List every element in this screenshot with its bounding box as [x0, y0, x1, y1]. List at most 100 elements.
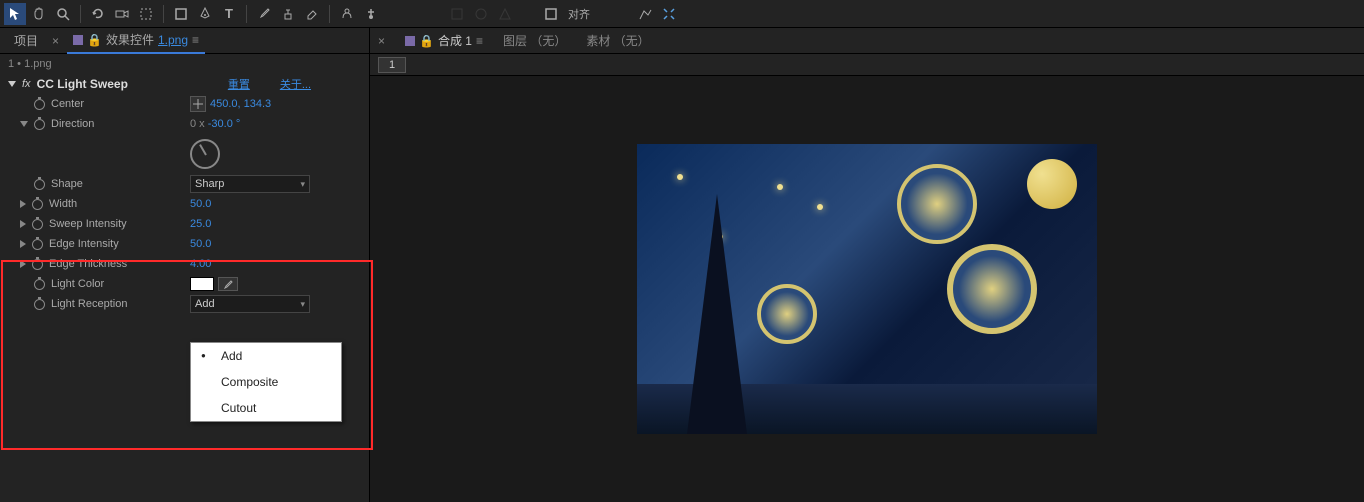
color-swatch[interactable]: [190, 277, 214, 291]
shape-select[interactable]: Sharp ▾: [190, 175, 310, 193]
prop-shape: Shape Sharp ▾: [0, 174, 369, 194]
edge-int-label: Edge Intensity: [49, 238, 119, 250]
light-reception-select[interactable]: Add ▾: [190, 295, 310, 313]
sweep-toggle[interactable]: [20, 220, 26, 228]
pen-tool[interactable]: [194, 3, 216, 25]
prop-light-color: Light Color: [0, 274, 369, 294]
camera-tool[interactable]: [111, 3, 133, 25]
dropdown-item-add[interactable]: Add: [191, 343, 341, 369]
effect-controls-panel: 项目 × 🔒 效果控件 1.png ≡ 1 • 1.png fx CC Ligh…: [0, 28, 370, 502]
eyedropper-button[interactable]: [218, 277, 238, 291]
edge-int-value[interactable]: 50.0: [190, 238, 211, 250]
composition-viewer-panel: × 🔒 合成 1 ≡ 图层 （无） 素材 （无） 1: [370, 28, 1364, 502]
stopwatch-edge-thick[interactable]: [32, 259, 43, 270]
lock-icon: 🔒: [87, 33, 102, 47]
effect-name[interactable]: CC Light Sweep: [37, 77, 128, 91]
breadcrumb: 1 • 1.png: [0, 54, 369, 74]
roto-tool[interactable]: [336, 3, 358, 25]
prop-width: Width 50.0: [0, 194, 369, 214]
about-link[interactable]: 关于...: [280, 76, 311, 92]
main-toolbar: T 对齐: [0, 0, 1364, 28]
puppet-tool[interactable]: [360, 3, 382, 25]
prop-edge-thickness: Edge Thickness 4.00: [0, 254, 369, 274]
direction-value[interactable]: 0 x -30.0 °: [190, 118, 240, 130]
left-tabs: 项目 × 🔒 效果控件 1.png ≡: [0, 28, 369, 54]
prop-center: Center 450.0, 134.3: [0, 94, 369, 114]
crosshair-button[interactable]: [190, 96, 206, 112]
prop-direction: Direction 0 x -30.0 °: [0, 114, 369, 134]
rotate-tool[interactable]: [87, 3, 109, 25]
tab-effect-controls-label: 效果控件: [106, 31, 154, 48]
disabled-tool-3: [494, 3, 516, 25]
tab-effect-controls[interactable]: 🔒 效果控件 1.png ≡: [67, 27, 205, 54]
prop-light-reception: Light Reception Add ▾: [0, 294, 369, 314]
tab-layer[interactable]: 图层 （无）: [503, 32, 566, 49]
composition-viewer[interactable]: [370, 76, 1364, 502]
width-toggle[interactable]: [20, 200, 26, 208]
right-tabs: × 🔒 合成 1 ≡ 图层 （无） 素材 （无）: [370, 28, 1364, 54]
stopwatch-center[interactable]: [34, 99, 45, 110]
expand-tool[interactable]: [658, 3, 680, 25]
disabled-tool-2: [470, 3, 492, 25]
separator: [329, 5, 330, 23]
composition-icon: [73, 35, 83, 45]
disabled-tool-1: [446, 3, 468, 25]
brush-tool[interactable]: [253, 3, 275, 25]
fx-icon[interactable]: fx: [22, 78, 31, 90]
light-color-label: Light Color: [51, 278, 104, 290]
width-value[interactable]: 50.0: [190, 198, 211, 210]
direction-label: Direction: [51, 118, 94, 130]
stopwatch-edge-int[interactable]: [32, 239, 43, 250]
direction-dial[interactable]: [190, 139, 220, 169]
hand-tool[interactable]: [28, 3, 50, 25]
stopwatch-color[interactable]: [34, 279, 45, 290]
edge-int-toggle[interactable]: [20, 240, 26, 248]
prop-sweep-intensity: Sweep Intensity 25.0: [0, 214, 369, 234]
eraser-tool[interactable]: [301, 3, 323, 25]
lock-icon: 🔒: [419, 34, 434, 48]
center-value[interactable]: 450.0, 134.3: [210, 98, 271, 110]
direction-toggle[interactable]: [20, 121, 28, 127]
snap-toggle[interactable]: [540, 3, 562, 25]
path-tool[interactable]: [634, 3, 656, 25]
tab-file-name: 1.png: [158, 33, 188, 47]
edge-thick-label: Edge Thickness: [49, 258, 127, 270]
clone-tool[interactable]: [277, 3, 299, 25]
tab-close-icon[interactable]: ×: [378, 34, 385, 48]
stopwatch-width[interactable]: [32, 199, 43, 210]
direction-dial-row: [0, 134, 369, 174]
separator: [163, 5, 164, 23]
separator: [246, 5, 247, 23]
selection-tool[interactable]: [4, 3, 26, 25]
light-reception-dropdown: Add Composite Cutout: [190, 342, 342, 422]
stopwatch-shape[interactable]: [34, 179, 45, 190]
dropdown-item-cutout[interactable]: Cutout: [191, 395, 341, 421]
reset-link[interactable]: 重置: [228, 76, 250, 92]
stopwatch-direction[interactable]: [34, 119, 45, 130]
sweep-label: Sweep Intensity: [49, 218, 127, 230]
effect-toggle[interactable]: [8, 81, 16, 87]
frame-button[interactable]: 1: [378, 57, 406, 73]
center-label: Center: [51, 98, 84, 110]
prop-edge-intensity: Edge Intensity 50.0: [0, 234, 369, 254]
anchor-tool[interactable]: [135, 3, 157, 25]
sweep-value[interactable]: 25.0: [190, 218, 211, 230]
zoom-tool[interactable]: [52, 3, 74, 25]
light-reception-label: Light Reception: [51, 298, 127, 310]
tab-footage[interactable]: 素材 （无）: [586, 32, 649, 49]
edge-thick-toggle[interactable]: [20, 260, 26, 268]
tab-project[interactable]: 项目: [8, 28, 44, 53]
shape-tool[interactable]: [170, 3, 192, 25]
separator: [80, 5, 81, 23]
snap-label: 对齐: [568, 6, 590, 22]
dropdown-item-composite[interactable]: Composite: [191, 369, 341, 395]
canvas-content: [637, 144, 1097, 434]
tab-composition[interactable]: 🔒 合成 1 ≡: [405, 32, 483, 49]
shape-label: Shape: [51, 178, 83, 190]
edge-thick-value[interactable]: 4.00: [190, 258, 211, 270]
text-tool[interactable]: T: [218, 3, 240, 25]
composition-icon: [405, 36, 415, 46]
stopwatch-reception[interactable]: [34, 299, 45, 310]
stopwatch-sweep[interactable]: [32, 219, 43, 230]
tab-close-icon[interactable]: ×: [52, 34, 59, 48]
